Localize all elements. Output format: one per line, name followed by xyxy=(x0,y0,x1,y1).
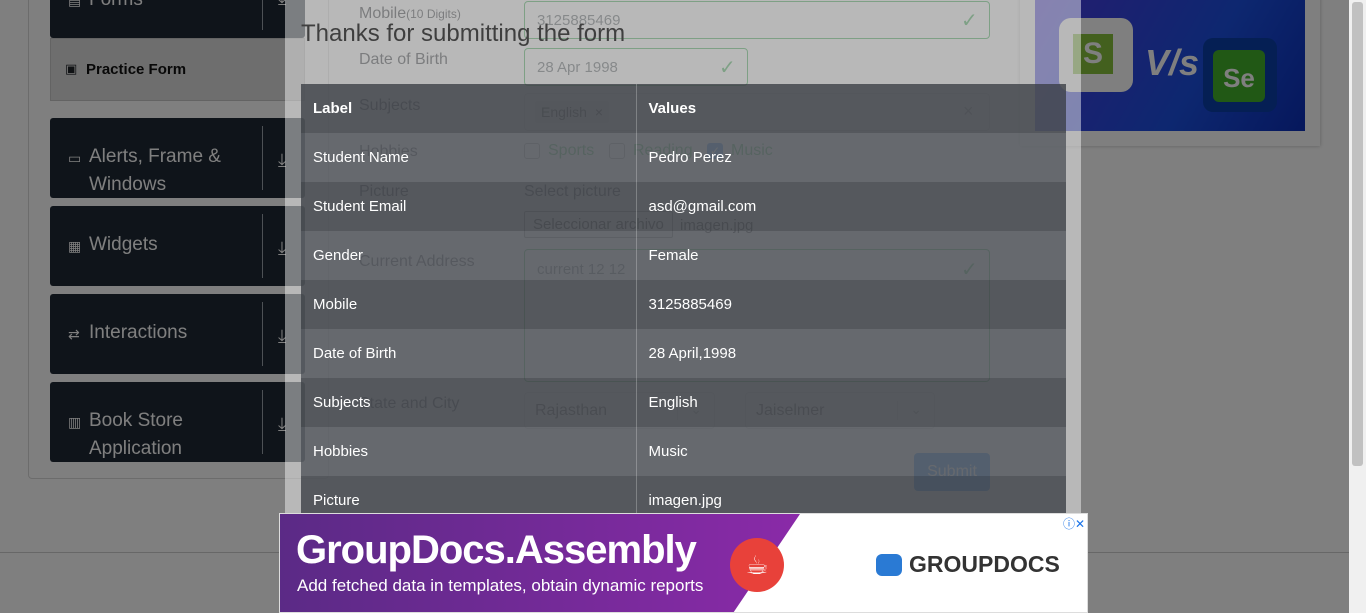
table-row: Hobbies Music xyxy=(301,427,1066,476)
groupdocs-logo: GROUPDOCS xyxy=(876,551,1060,578)
java-icon: ☕ xyxy=(730,538,784,592)
table-row: Student Email asd@gmail.com xyxy=(301,182,1066,231)
ad-choices-icon[interactable]: ⓘ✕ xyxy=(1063,515,1085,532)
groupdocs-icon xyxy=(876,553,902,576)
page-scrollbar[interactable] xyxy=(1349,0,1366,613)
table-row: Subjects English xyxy=(301,378,1066,427)
table-row: Student Name Pedro Perez xyxy=(301,133,1066,182)
table-row: Gender Female xyxy=(301,231,1066,280)
table-row: Date of Birth 28 April,1998 xyxy=(301,329,1066,378)
table-row: Mobile 3125885469 xyxy=(301,280,1066,329)
ad-subline: Add fetched data in templates, obtain dy… xyxy=(297,576,704,595)
modal-title: Thanks for submitting the form xyxy=(301,20,626,47)
column-header-label: Label xyxy=(301,84,637,133)
groupdocs-ad[interactable]: GroupDocs.Assembly Add fetched data in t… xyxy=(279,513,1088,613)
submission-table: Label Values Student Name Pedro Perez Stu… xyxy=(301,84,1066,525)
column-header-values: Values xyxy=(648,100,697,117)
ad-headline: GroupDocs.Assembly xyxy=(296,528,697,572)
scrollbar-thumb[interactable] xyxy=(1352,2,1363,466)
table-header-row: Label Values xyxy=(301,84,1066,133)
